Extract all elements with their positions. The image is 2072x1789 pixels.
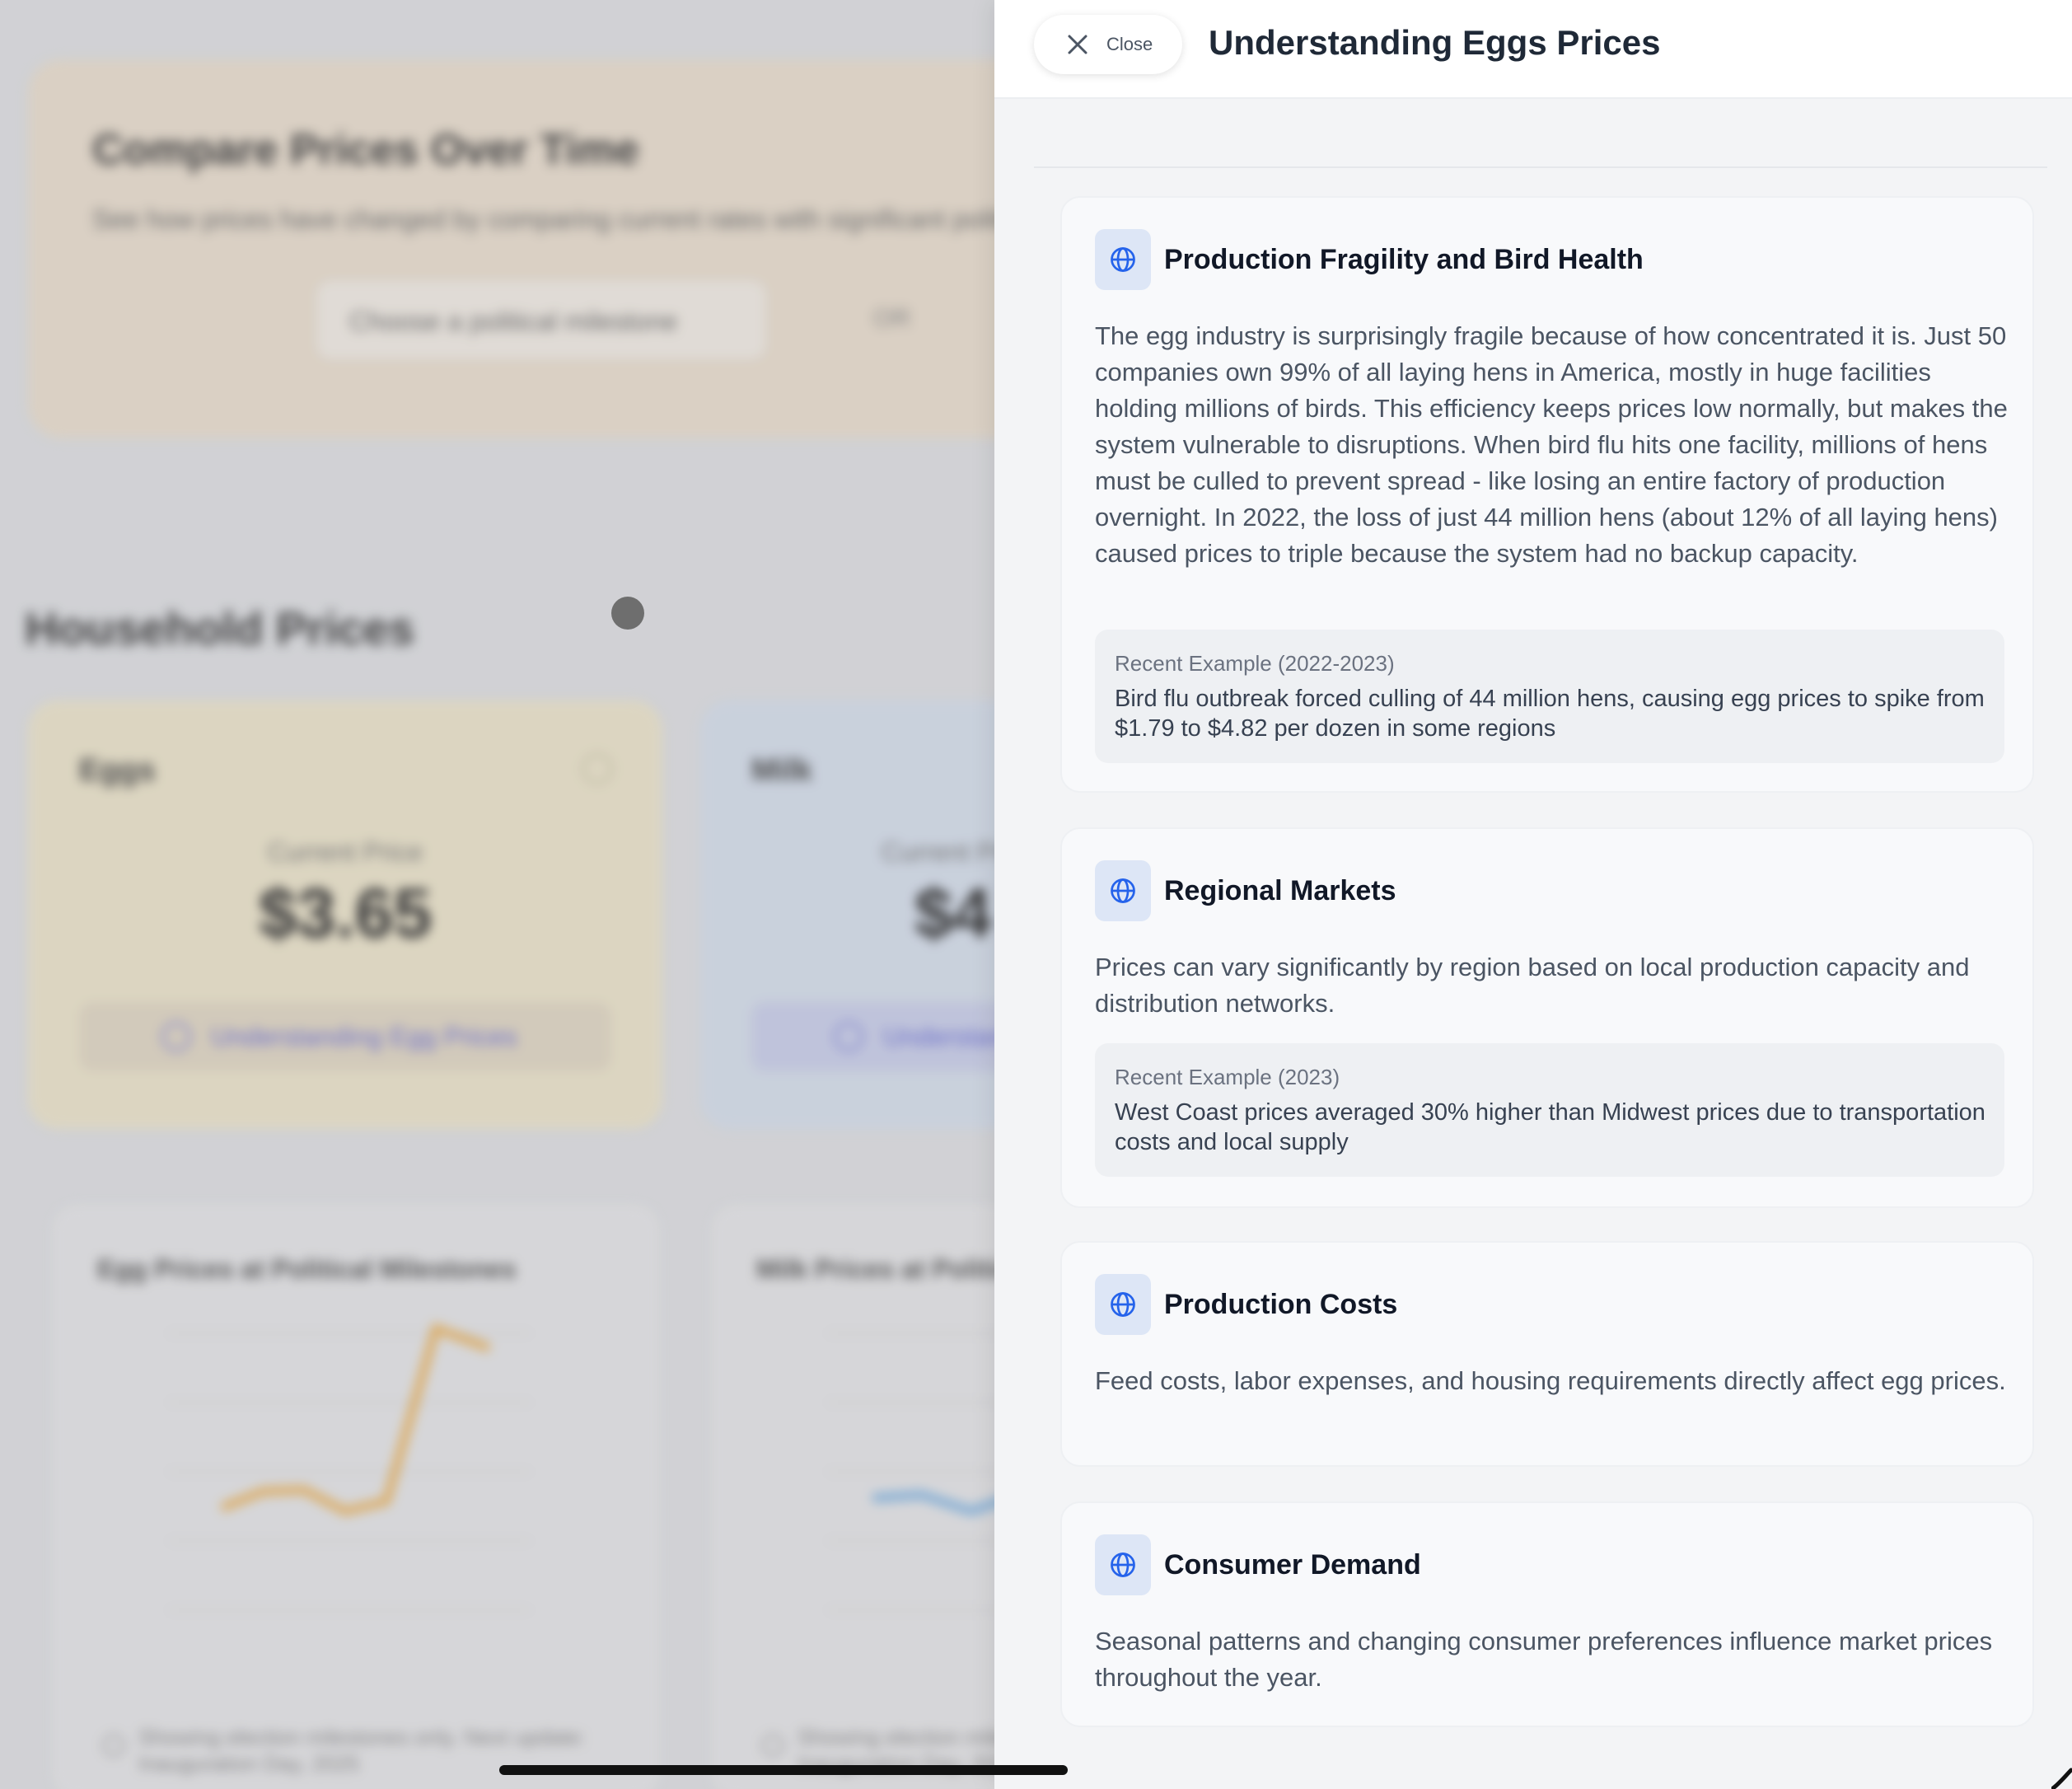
home-indicator (499, 1765, 1068, 1775)
divider (1034, 166, 2047, 168)
factor-title: Production Fragility and Bird Health (1164, 244, 1644, 275)
recent-example-label: Recent Example (2023) (1115, 1065, 1340, 1089)
globe-icon (1095, 860, 1151, 921)
factor-card-production-fragility: Production Fragility and Bird Health The… (1060, 196, 2034, 793)
recent-example-text: Bird flu outbreak forced culling of 44 m… (1115, 686, 1985, 742)
recent-example-label: Recent Example (2022-2023) (1115, 651, 1395, 676)
egg-prices-side-panel: Close Understanding Eggs Prices Producti… (994, 0, 2072, 1789)
globe-icon (1095, 229, 1151, 290)
close-label: Close (1106, 34, 1153, 54)
panel-header: Close Understanding Eggs Prices (994, 0, 2072, 99)
recent-example-box: Recent Example (2023) West Coast prices … (1095, 1043, 2004, 1177)
recent-example-text: West Coast prices averaged 30% higher th… (1115, 1099, 1985, 1155)
globe-icon (1095, 1534, 1151, 1595)
resize-handle-icon[interactable] (2051, 1763, 2072, 1789)
factor-description: Seasonal patterns and changing consumer … (1095, 1627, 1993, 1692)
overlay-scrim[interactable] (0, 0, 1005, 1789)
close-icon (1068, 35, 1087, 54)
recent-example-box: Recent Example (2022-2023) Bird flu outb… (1095, 630, 2004, 763)
factor-description: Prices can vary significantly by region … (1095, 953, 1970, 1018)
factor-description: The egg industry is surprisingly fragile… (1095, 321, 2008, 568)
factor-title: Production Costs (1164, 1289, 1398, 1320)
panel-title: Understanding Eggs Prices (1209, 23, 1661, 62)
factor-title: Regional Markets (1164, 875, 1396, 906)
factor-card-production-costs: Production Costs Feed costs, labor expen… (1060, 1241, 2034, 1467)
factor-card-consumer-demand: Consumer Demand Seasonal patterns and ch… (1060, 1501, 2034, 1727)
factor-title: Consumer Demand (1164, 1549, 1421, 1581)
pointer-cursor (611, 597, 644, 630)
globe-icon (1095, 1274, 1151, 1335)
factor-description: Feed costs, labor expenses, and housing … (1095, 1366, 2006, 1395)
factor-card-regional-markets: Regional Markets Prices can vary signifi… (1060, 827, 2034, 1208)
close-button[interactable]: Close (1034, 15, 1182, 74)
